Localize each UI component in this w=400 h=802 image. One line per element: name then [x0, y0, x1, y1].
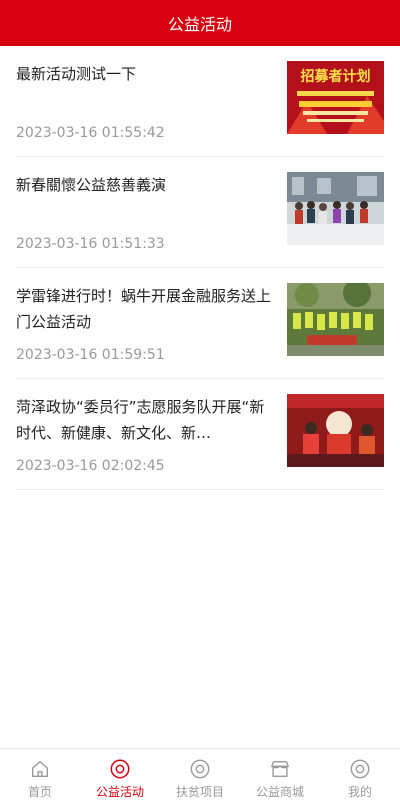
item-title: 新春關懷公益慈善義演 [16, 176, 167, 194]
tab-label: 扶贫项目 [175, 785, 224, 799]
list-item[interactable]: 菏泽政协“委员行”志愿服务队开展“新时代、新健康、新文化、新… 2023-03-… [16, 379, 384, 490]
item-time: 2023-03-16 01:55:42 [16, 125, 165, 141]
page-header: 公益活动 [0, 0, 400, 46]
list-item[interactable]: 新春關懷公益慈善義演 2023-03-16 01:51:33 [16, 157, 384, 268]
store-icon [271, 760, 289, 778]
tab-home[interactable]: 首页 [0, 749, 80, 802]
thumbnail-title: 招募者计划 [301, 68, 371, 85]
home-icon [31, 760, 49, 778]
page-title: 公益活动 [167, 15, 232, 34]
tab-label: 首页 [27, 785, 52, 799]
activity-list: 最新活动测试一下 2023-03-16 01:55:42 招募者计划 新春關懷公… [16, 46, 384, 490]
list-item[interactable]: 学雷锋进行时！蜗牛开展金融服务送上门公益活动 2023-03-16 01:59:… [16, 268, 384, 379]
item-thumbnail [287, 283, 384, 356]
tab-label: 我的 [347, 785, 372, 799]
target-icon [350, 759, 370, 779]
item-thumbnail [287, 172, 384, 245]
item-title: 最新活动测试一下 [16, 65, 137, 83]
tab-label: 公益活动 [95, 785, 144, 799]
item-time: 2023-03-16 01:59:51 [16, 347, 165, 363]
item-thumbnail [287, 394, 384, 467]
tab-charity-mall[interactable]: 公益商城 [240, 749, 320, 802]
item-time: 2023-03-16 01:51:33 [16, 236, 165, 252]
tab-poverty-projects[interactable]: 扶贫项目 [160, 749, 240, 802]
item-time: 2023-03-16 02:02:45 [16, 458, 165, 474]
bottom-tabbar: 首页 公益活动 扶贫项目 公益商城 我的 [0, 748, 400, 802]
target-icon [190, 759, 210, 779]
tab-activities[interactable]: 公益活动 [80, 749, 160, 802]
list-item[interactable]: 最新活动测试一下 2023-03-16 01:55:42 招募者计划 [16, 46, 384, 157]
tab-mine[interactable]: 我的 [320, 749, 400, 802]
item-title: 学雷锋进行时！蜗牛开展金融服务送上门公益活动 [16, 287, 272, 331]
tab-label: 公益商城 [255, 785, 304, 799]
item-title: 菏泽政协“委员行”志愿服务队开展“新时代、新健康、新文化、新… [16, 398, 265, 442]
item-thumbnail: 招募者计划 [287, 61, 384, 134]
target-icon [110, 759, 130, 779]
